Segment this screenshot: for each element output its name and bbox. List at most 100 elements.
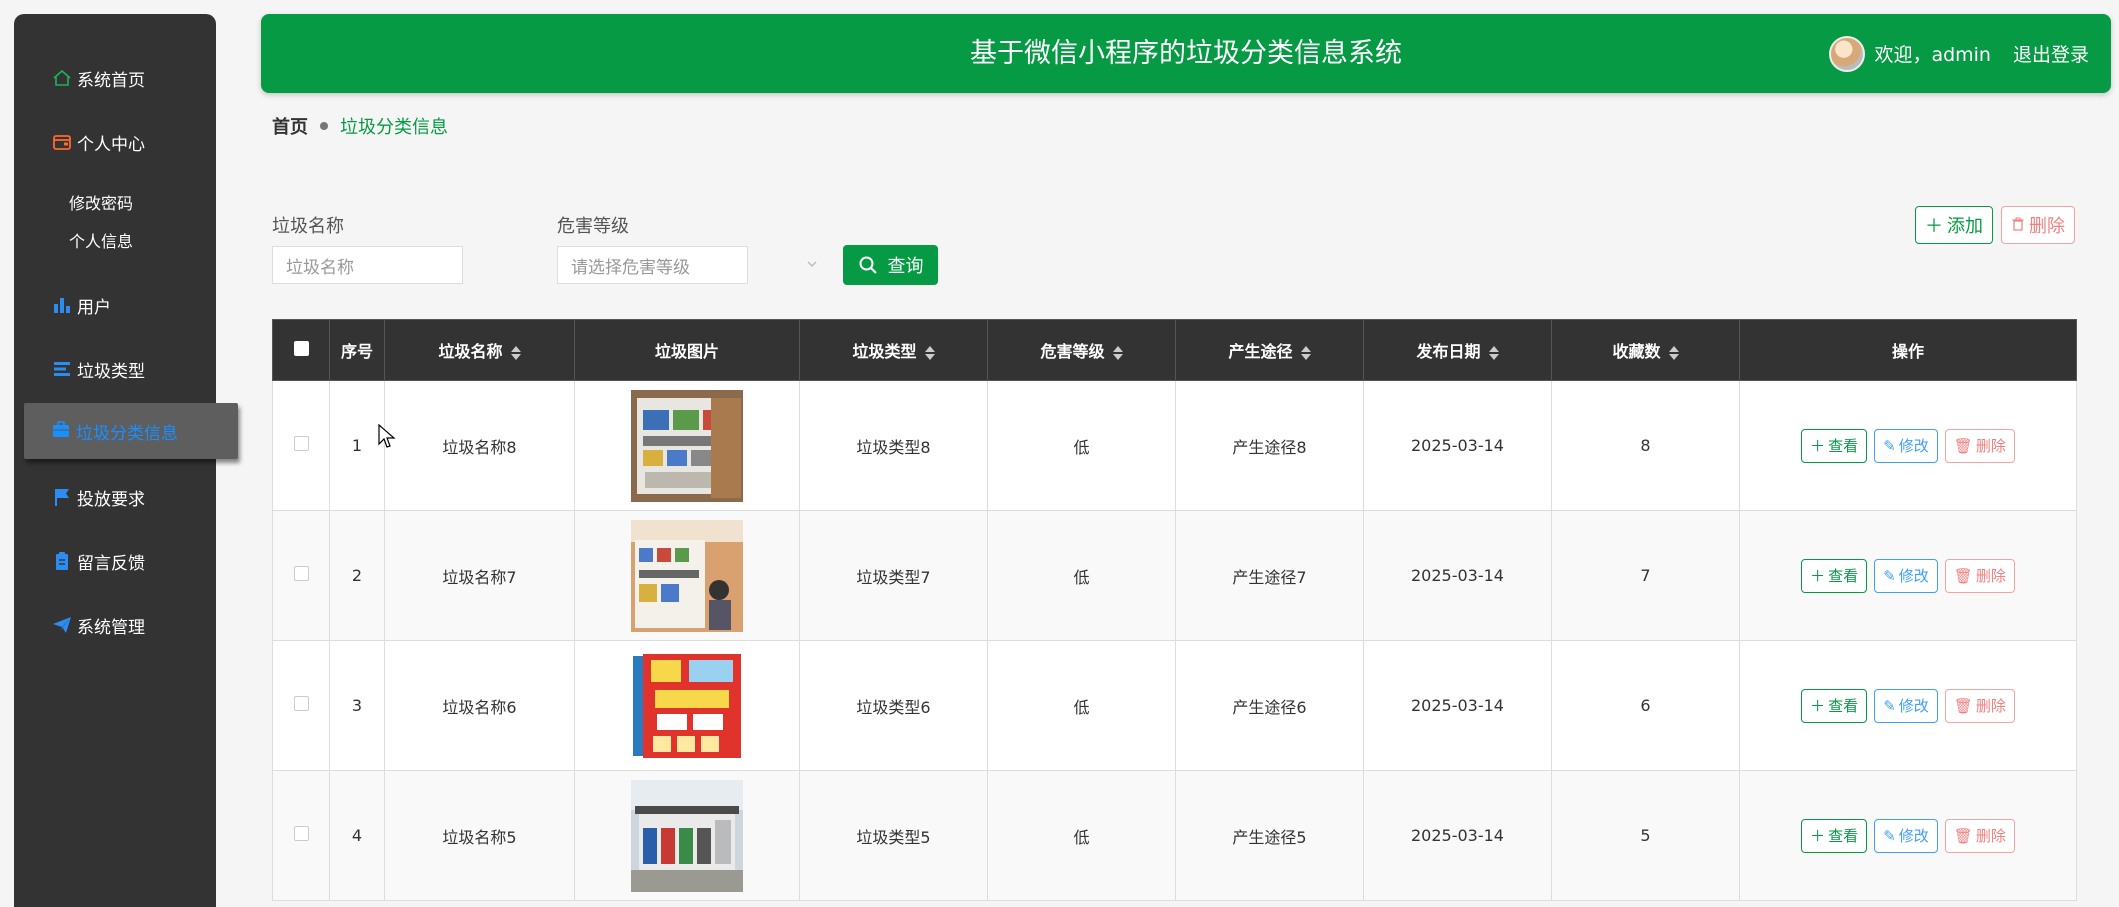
batch-delete-button[interactable]: 删除 [2001,206,2075,244]
sidebar-subitem-change-password[interactable]: 修改密码 [69,190,133,214]
row-checkbox[interactable] [293,826,309,841]
garbage-image-thumbnail[interactable] [631,779,743,892]
edit-button-label: 修改 [1898,827,1929,845]
cell-image [574,510,800,641]
sidebar-item-users[interactable]: 用户 [14,282,216,328]
sort-icon[interactable] [1112,345,1123,360]
column-header-date[interactable]: 发布日期 [1363,319,1552,381]
plus-icon: ＋ [1810,437,1826,455]
hazard-level-select[interactable]: 请选择危害等级 [557,246,748,284]
sort-icon[interactable] [924,345,935,360]
column-header-label: 发布日期 [1416,342,1481,361]
mouse-cursor-icon [378,424,396,448]
delete-button[interactable]: 🗑 删除 [1944,558,2015,593]
cell-date: 2025-03-14 [1363,640,1552,771]
garbage-image-thumbnail[interactable] [631,519,743,632]
column-header-favorites[interactable]: 收藏数 [1551,319,1740,381]
sidebar-item-disposal-requirements[interactable]: 投放要求 [14,474,216,520]
garbage-image-thumbnail[interactable] [631,389,743,502]
view-button-label: 查看 [1828,827,1859,845]
cell-type: 垃圾类型7 [799,510,988,641]
view-button[interactable]: ＋查看 [1801,818,1868,853]
delete-button[interactable]: 🗑 删除 [1944,428,2015,463]
sidebar-subitem-personal-info[interactable]: 个人信息 [69,228,133,252]
row-checkbox[interactable] [293,436,309,451]
cell-name: 垃圾名称6 [384,640,575,771]
select-all-checkbox[interactable] [293,340,309,356]
cell-actions: ＋查看 ✎ 修改 🗑 删除 [1739,380,2077,511]
column-header-type[interactable]: 垃圾类型 [799,319,988,381]
sidebar-item-garbage-classification-info[interactable]: 垃圾分类信息 [24,403,238,459]
breadcrumb-current: 垃圾分类信息 [340,117,448,138]
cell-level: 低 [987,770,1176,901]
plus-icon: ＋ [1925,216,1943,237]
sidebar-item-label: 个人中心 [77,134,145,155]
breadcrumb-home[interactable]: 首页 [272,113,308,139]
sort-icon[interactable] [1488,345,1499,360]
column-header-name[interactable]: 垃圾名称 [384,319,575,381]
row-checkbox[interactable] [293,696,309,711]
view-button[interactable]: ＋查看 [1801,428,1868,463]
view-button-label: 查看 [1828,567,1859,585]
delete-button[interactable]: 🗑 删除 [1944,688,2015,723]
chevron-down-icon[interactable] [806,258,818,270]
cell-type: 垃圾类型6 [799,640,988,771]
column-header-level[interactable]: 危害等级 [987,319,1176,381]
sidebar-item-label: 系统首页 [77,70,145,91]
bar-chart-icon [52,295,72,315]
cell-type: 垃圾类型8 [799,380,988,511]
table-row: 4 垃圾名称5 垃圾类型5 低 产生途径5 2025-03-14 5 ＋ 查看 … [272,770,2077,901]
delete-button-label: 删除 [2029,216,2065,237]
edit-button[interactable]: ✎ 修改 [1874,558,1938,593]
hazard-level-label: 危害等级 [557,216,629,237]
edit-button[interactable]: ✎ 修改 [1874,688,1938,723]
breadcrumb-separator [320,122,328,130]
welcome-text: 欢迎，admin [1874,44,1991,66]
column-header-label: 垃圾名称 [438,342,503,361]
table-row: 2 垃圾名称7 垃圾类型7 低 产生途径7 2025-03-14 7 ＋ 查看 … [272,510,2077,641]
cell-image [574,640,800,771]
sidebar-item-feedback[interactable]: 留言反馈 [14,538,216,584]
delete-button[interactable]: 🗑 删除 [1944,818,2015,853]
column-header-label: 收藏数 [1612,342,1661,361]
sidebar: 系统首页 个人中心 修改密码 个人信息 用户 垃圾类型 投放要求 留言反馈 系统… [14,14,216,907]
column-header-source[interactable]: 产生途径 [1175,319,1364,381]
edit-button-label: 修改 [1898,697,1929,715]
sidebar-item-garbage-type[interactable]: 垃圾类型 [14,346,216,392]
trash-icon: 🗑 [1953,436,1973,455]
garbage-name-input[interactable]: 垃圾名称 [272,246,463,284]
sidebar-item-personal-center[interactable]: 个人中心 [14,119,216,165]
plus-icon: ＋ [1810,827,1826,845]
sort-icon[interactable] [1668,345,1679,360]
cell-level: 低 [987,510,1176,641]
row-checkbox[interactable] [293,566,309,581]
garbage-image-thumbnail[interactable] [631,649,743,762]
breadcrumb: 首页 垃圾分类信息 [272,113,448,139]
logout-link[interactable]: 退出登录 [2013,40,2089,67]
cell-source: 产生途径8 [1175,380,1364,511]
search-icon [859,256,877,274]
select-all-header [272,319,330,381]
column-header-index: 序号 [329,319,385,381]
table-row: 3 垃圾名称6 垃圾类型6 低 产生途径6 2025-03-14 6 ＋ 查看 … [272,640,2077,771]
avatar[interactable] [1829,35,1866,72]
cell-favorites: 6 [1551,640,1740,771]
sidebar-item-home[interactable]: 系统首页 [14,55,216,101]
cell-date: 2025-03-14 [1363,770,1552,901]
pencil-icon: ✎ [1883,566,1896,585]
edit-button[interactable]: ✎ 修改 [1874,818,1938,853]
top-header: 基于微信小程序的垃圾分类信息系统 欢迎，admin 退出登录 [261,14,2111,93]
add-button[interactable]: ＋ 添加 [1915,206,1993,244]
sort-icon[interactable] [1300,345,1311,360]
cell-name: 垃圾名称5 [384,770,575,901]
sidebar-item-label: 留言反馈 [77,553,145,574]
edit-button[interactable]: ✎ 修改 [1874,428,1938,463]
cell-type: 垃圾类型5 [799,770,988,901]
column-header-label: 垃圾类型 [852,342,917,361]
garbage-name-label: 垃圾名称 [272,216,344,237]
view-button[interactable]: ＋查看 [1801,558,1868,593]
query-button[interactable]: 查询 [843,245,938,285]
sort-icon[interactable] [510,345,521,360]
sidebar-item-system-management[interactable]: 系统管理 [14,602,216,648]
view-button[interactable]: ＋查看 [1801,688,1868,723]
